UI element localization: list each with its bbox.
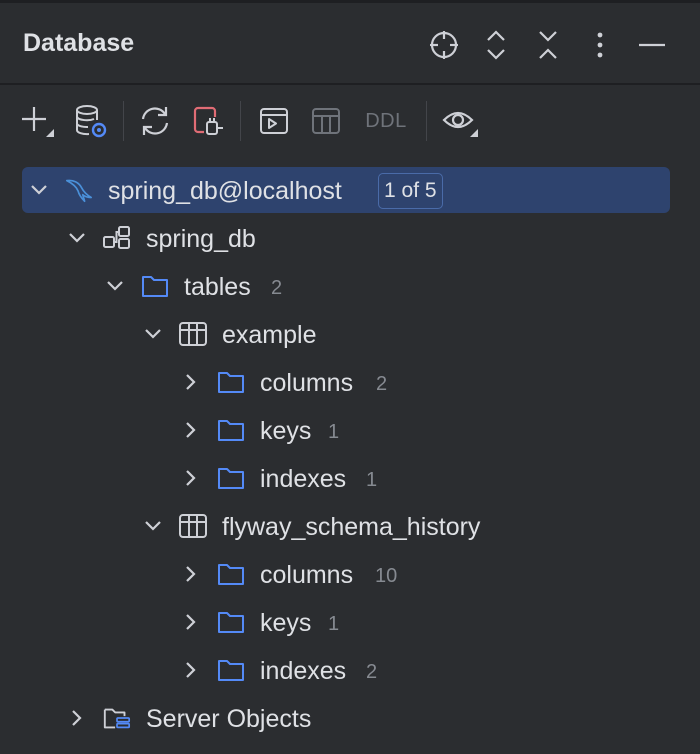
- tree-node-label: spring_db: [146, 225, 256, 253]
- child-count: 1: [328, 613, 340, 635]
- folder-icon: [140, 272, 170, 300]
- child-count: 2: [271, 277, 283, 299]
- tree-node-label: Server Objects: [146, 705, 312, 733]
- tree-node-keys[interactable]: keys 1: [0, 406, 700, 454]
- tree-node-columns[interactable]: columns 2: [0, 358, 700, 406]
- more-options-icon: [597, 32, 603, 58]
- data-source-properties-button[interactable]: [70, 101, 110, 141]
- chevron-right-icon[interactable]: [179, 658, 203, 682]
- child-count: 1: [366, 469, 378, 491]
- tree-node-label: flyway_schema_history: [222, 513, 481, 541]
- tree-node-label: example: [222, 321, 317, 349]
- toolbar-separator: [240, 101, 241, 141]
- tree-node-tables[interactable]: tables 2: [0, 262, 700, 310]
- collapse-all-button[interactable]: [530, 27, 566, 63]
- tool-window-title: Database: [23, 29, 135, 57]
- jump-to-console-button[interactable]: [254, 101, 294, 141]
- tree-node-label: indexes: [260, 657, 347, 685]
- tree-node-label: indexes: [260, 465, 347, 493]
- refresh-button[interactable]: [135, 101, 175, 141]
- toolbar-separator: [426, 101, 427, 141]
- tree-node-indexes[interactable]: indexes 2: [0, 646, 700, 694]
- tree-node-server-objects[interactable]: Server Objects: [0, 694, 700, 742]
- tree-node-label: spring_db@localhost: [108, 177, 342, 205]
- view-options-button[interactable]: [440, 101, 480, 141]
- chevron-right-icon[interactable]: [179, 370, 203, 394]
- ddl-button[interactable]: DDL: [362, 101, 410, 141]
- tree-node-label: columns: [260, 561, 354, 589]
- tree-node-indexes[interactable]: indexes 1: [0, 454, 700, 502]
- minimize-button[interactable]: [634, 27, 670, 63]
- tree-node-columns[interactable]: columns 10: [0, 550, 700, 598]
- tree-node-datasource[interactable]: spring_db@localhost 1 of 5: [0, 166, 700, 214]
- ddl-label: DDL: [365, 109, 407, 132]
- locate-icon: [430, 31, 458, 59]
- collapse-all-icon: [539, 31, 557, 59]
- jump-to-console-icon: [260, 108, 288, 134]
- child-count: 2: [366, 661, 378, 683]
- locate-button[interactable]: [426, 27, 462, 63]
- database-tool-window: Database DDL spring_db@localhost 1 of 5 …: [0, 0, 700, 754]
- expand-all-button[interactable]: [478, 27, 514, 63]
- chevron-down-icon[interactable]: [65, 226, 89, 250]
- server-objects-folder-icon: [102, 704, 132, 732]
- schema-count-badge[interactable]: 1 of 5: [378, 173, 443, 209]
- toolbar-separator: [123, 101, 124, 141]
- view-options-icon: [442, 111, 478, 137]
- tree-node-label: keys: [260, 417, 312, 445]
- schema-icon: [102, 224, 132, 252]
- tree-node-table-example[interactable]: example: [0, 310, 700, 358]
- tree-node-keys[interactable]: keys 1: [0, 598, 700, 646]
- more-options-button[interactable]: [582, 27, 618, 63]
- disconnect-icon: [193, 106, 223, 135]
- tree-node-label: columns: [260, 369, 354, 397]
- folder-icon: [216, 416, 246, 444]
- chevron-down-icon[interactable]: [141, 514, 165, 538]
- add-icon: [22, 107, 54, 137]
- tree-node-table-flyway[interactable]: flyway_schema_history: [0, 502, 700, 550]
- child-count: 10: [375, 565, 398, 587]
- chevron-right-icon[interactable]: [179, 562, 203, 586]
- table-icon: [178, 320, 208, 348]
- tree-node-label: tables: [184, 273, 251, 301]
- chevron-down-icon[interactable]: [141, 322, 165, 346]
- mysql-dolphin-icon: [64, 176, 94, 204]
- minimize-icon: [639, 43, 665, 47]
- disconnect-button[interactable]: [188, 101, 228, 141]
- tree-node-schema[interactable]: spring_db: [0, 214, 700, 262]
- folder-icon: [216, 656, 246, 684]
- add-button[interactable]: [18, 101, 58, 141]
- folder-icon: [216, 464, 246, 492]
- chevron-right-icon[interactable]: [179, 610, 203, 634]
- refresh-icon: [141, 107, 169, 135]
- toolbar: DDL: [0, 85, 700, 157]
- chevron-right-icon[interactable]: [179, 418, 203, 442]
- table-icon: [178, 512, 208, 540]
- expand-all-icon: [487, 30, 505, 60]
- folder-icon: [216, 608, 246, 636]
- tree-node-label: keys: [260, 609, 312, 637]
- folder-icon: [216, 368, 246, 396]
- table-view-button[interactable]: [306, 101, 346, 141]
- table-view-icon: [312, 108, 340, 134]
- child-count: 2: [376, 373, 388, 395]
- chevron-down-icon[interactable]: [27, 178, 51, 202]
- chevron-down-icon[interactable]: [103, 274, 127, 298]
- child-count: 1: [328, 421, 340, 443]
- data-source-properties-icon: [76, 105, 107, 138]
- folder-icon: [216, 560, 246, 588]
- chevron-right-icon[interactable]: [179, 466, 203, 490]
- tool-window-header: Database: [0, 3, 700, 85]
- chevron-right-icon[interactable]: [65, 706, 89, 730]
